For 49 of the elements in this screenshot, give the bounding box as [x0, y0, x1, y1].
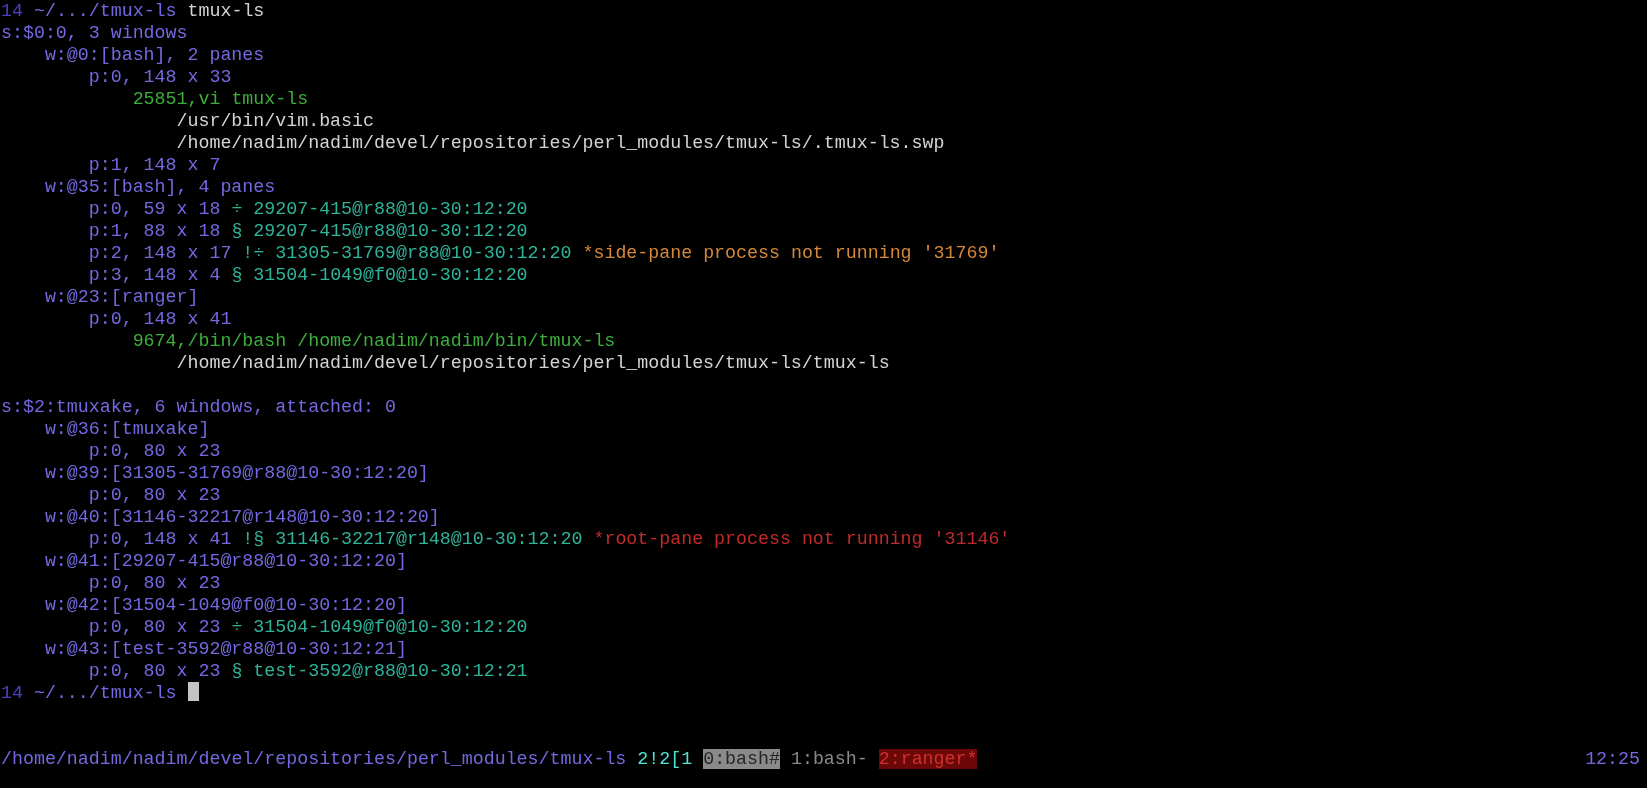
pane-tag: § test-3592@r88@10-30:12:21	[231, 661, 528, 681]
tree-entry: p:0, 80 x 23	[88, 441, 221, 461]
tree-entry: p:0, 148 x 41	[88, 309, 232, 329]
pane-tag: ÷ 31504-1049@f0@10-30:12:20	[231, 617, 528, 637]
pane-tag: § 29207-415@r88@10-30:12:20	[231, 221, 528, 241]
prompt-path: ~/.../tmux-ls	[33, 1, 177, 21]
prompt-path: ~/.../tmux-ls	[33, 683, 177, 703]
tree-entry: p:0, 80 x 23	[88, 617, 221, 637]
tree-entry: w:@35:[bash], 4 panes	[44, 177, 276, 197]
process-command: 9674,/bin/bash /home/nadim/nadim/bin/tmux-ls	[132, 331, 616, 351]
prompt-number: 14	[1, 683, 23, 703]
pane-tag: § 31504-1049@f0@10-30:12:20	[231, 265, 528, 285]
tree-entry: w:@39:[31305-31769@r88@10-30:12:20]	[44, 463, 429, 483]
error-message: *root-pane process not running '31146'	[593, 529, 1011, 549]
tree-entry: p:2, 148 x 17	[88, 243, 232, 263]
status-path: /home/nadim/nadim/devel/repositories/perl_modules/tmux-ls	[1, 749, 627, 769]
tree-entry: p:1, 148 x 7	[88, 155, 221, 175]
tree-entry: w:@42:[31504-1049@f0@10-30:12:20]	[44, 595, 407, 615]
session-info: 2!2[1	[637, 749, 693, 769]
warning-message: *side-pane process not running '31769'	[582, 243, 1000, 263]
tree-entry: s:$0:0, 3 windows	[1, 23, 188, 43]
tree-entry: w:@40:[31146-32217@r148@10-30:12:20]	[44, 507, 440, 527]
tree-entry: w:@23:[ranger]	[44, 287, 199, 307]
pane-tag: !§ 31146-32217@r148@10-30:12:20	[242, 529, 583, 549]
pane-tag: !÷ 31305-31769@r88@10-30:12:20	[242, 243, 572, 263]
tree-entry: w:@0:[bash], 2 panes	[44, 45, 265, 65]
tree-entry: p:1, 88 x 18	[88, 221, 221, 241]
pane-tag: ÷ 29207-415@r88@10-30:12:20	[231, 199, 528, 219]
tree-entry: p:3, 148 x 4	[88, 265, 221, 285]
tree-entry: w:@43:[test-3592@r88@10-30:12:21]	[44, 639, 407, 659]
tree-entry: s:$2:tmuxake, 6 windows, attached: 0	[1, 397, 396, 417]
window-tab[interactable]: 0:bash#	[703, 749, 780, 769]
tree-entry: p:0, 59 x 18	[88, 199, 221, 219]
tree-entry: w:@36:[tmuxake]	[44, 419, 210, 439]
window-tab[interactable]: 2:ranger*	[878, 749, 978, 769]
tree-entry: p:0, 80 x 23	[88, 661, 221, 681]
file-path: /usr/bin/vim.basic	[176, 111, 374, 131]
file-path: /home/nadim/nadim/devel/repositories/perl_modules/tmux-ls/tmux-ls	[176, 353, 890, 373]
file-path: /home/nadim/nadim/devel/repositories/perl_modules/tmux-ls/.tmux-ls.swp	[176, 133, 945, 153]
command-text: tmux-ls	[187, 1, 265, 21]
prompt-number: 14	[1, 1, 23, 21]
tree-entry: w:@41:[29207-415@r88@10-30:12:20]	[44, 551, 407, 571]
tree-entry: p:0, 80 x 23	[88, 485, 221, 505]
clock-time: 12:25	[1585, 748, 1640, 770]
tree-entry: p:0, 148 x 33	[88, 67, 232, 87]
process-command: 25851,vi tmux-ls	[132, 89, 309, 109]
tree-entry: p:0, 148 x 41	[88, 529, 232, 549]
tree-entry: p:0, 80 x 23	[88, 573, 221, 593]
window-tab[interactable]: 1:bash-	[790, 749, 868, 769]
